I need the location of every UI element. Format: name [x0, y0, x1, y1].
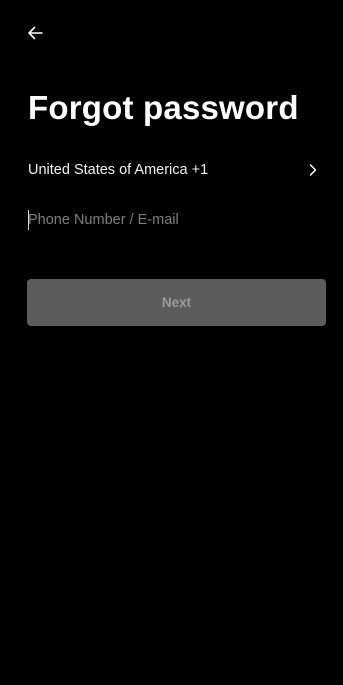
country-selector[interactable]: United States of America +1: [28, 155, 318, 185]
phone-email-input[interactable]: [28, 206, 308, 234]
text-cursor: [28, 210, 29, 230]
back-button[interactable]: [22, 20, 48, 46]
chevron-right-icon: [308, 163, 318, 177]
arrow-left-icon: [27, 26, 43, 40]
page-title: Forgot password: [28, 89, 299, 126]
country-selector-label: United States of America +1: [28, 162, 209, 178]
next-button[interactable]: Next: [27, 279, 326, 326]
forgot-password-screen: Forgot password United States of America…: [4, 0, 339, 685]
